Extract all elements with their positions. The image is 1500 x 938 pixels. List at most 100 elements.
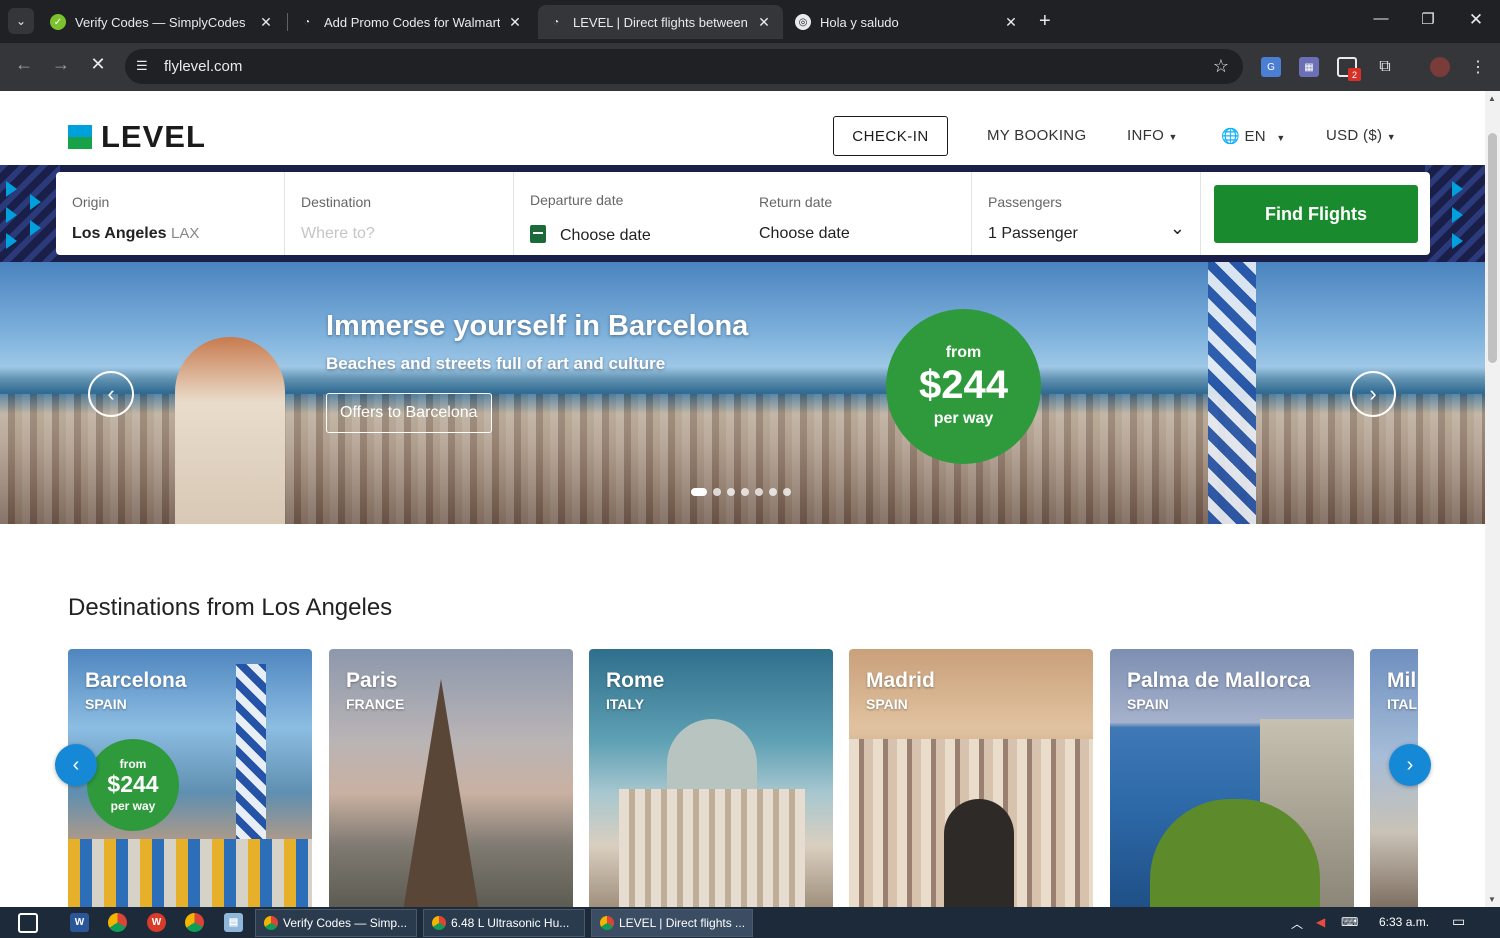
tab-simplycodes[interactable]: ✓ Verify Codes — SimplyCodes ✕ [40,5,285,39]
carousel-dot[interactable] [713,488,721,496]
show-hidden-icons-icon[interactable]: ︿ [1291,915,1303,932]
origin-field[interactable]: Origin Los Angeles LAX [56,172,285,255]
destination-card-barcelona[interactable]: Barcelona SPAIN from $244 per way [68,649,312,907]
url-text[interactable]: flylevel.com [164,58,242,75]
tab-hola[interactable]: ◎ Hola y saludo ✕ [785,5,1030,39]
carousel-dot[interactable] [691,488,707,496]
forward-icon[interactable]: → [48,54,74,75]
restore-icon[interactable]: ❐ [1413,10,1443,28]
close-tab-icon[interactable]: ✕ [506,14,524,31]
site-info-icon[interactable]: ☰ [136,58,148,74]
page-scrollbar[interactable]: ▲ ▼ [1485,91,1500,907]
chrome-icon[interactable] [108,913,127,932]
notepad-icon[interactable]: ▤ [224,913,243,932]
price-from-label: from [945,344,982,361]
taskbar-app-level[interactable]: LEVEL | Direct flights ... [591,909,753,937]
tab-title: Verify Codes — SimplyCodes [75,14,246,30]
close-tab-icon[interactable]: ✕ [1002,14,1020,31]
bookmark-star-icon[interactable]: ☆ [1213,56,1229,77]
wps-icon[interactable]: W [147,913,166,932]
more-menu-icon[interactable]: ⋮ [1468,57,1488,77]
loading-icon: ◔ [303,16,311,28]
destination-label: Destination [301,194,372,210]
flight-search-form: Origin Los Angeles LAX Destination Where… [56,172,1430,255]
minimize-icon[interactable]: — [1366,10,1396,27]
stop-loading-icon[interactable]: ✕ [85,54,111,75]
chrome-icon [600,916,614,930]
find-flights-button[interactable]: Find Flights [1214,185,1418,243]
carousel-dot[interactable] [727,488,735,496]
departure-label: Departure date [530,192,624,208]
chrome-icon[interactable] [185,913,204,932]
destination-card-paris[interactable]: Paris FRANCE [329,649,573,907]
coupon-extension-icon[interactable]: 2 [1337,57,1361,81]
close-tab-icon[interactable]: ✕ [257,14,275,31]
card-city: Palma de Mallorca [1127,669,1311,692]
tab-title: Add Promo Codes for Walmart [324,14,500,30]
chevron-down-icon: ⌄ [1169,218,1185,238]
tab-title: Hola y saludo [820,14,899,30]
destination-field[interactable]: Destination Where to? [285,172,514,255]
tab-level[interactable]: ◔ LEVEL | Direct flights between B ✕ [538,5,783,39]
currency-menu[interactable]: USD ($) ▼ [1326,127,1396,144]
destination-card-madrid[interactable]: Madrid SPAIN [849,649,1093,907]
passengers-value: 1 Passenger [988,225,1078,242]
passengers-select[interactable]: Passengers 1 Passenger ⌄ [972,172,1201,255]
translate-extension-icon[interactable]: G [1261,57,1281,77]
my-booking-link[interactable]: MY BOOKING [987,127,1086,144]
scroll-down-icon[interactable]: ▼ [1488,895,1496,904]
close-tab-icon[interactable]: ✕ [755,14,773,31]
hero-subtitle: Beaches and streets full of art and cult… [326,354,666,373]
scrollbar-thumb[interactable] [1488,133,1497,363]
level-logo[interactable]: LEVEL [68,119,206,155]
caret-down-icon: ▼ [1386,132,1396,142]
price-amount: $244 [919,363,1008,407]
tab-title: LEVEL | Direct flights between B [573,14,749,30]
flag-extension-icon[interactable]: ▦ [1299,57,1319,77]
profile-avatar[interactable] [1430,57,1450,77]
carousel-dot[interactable] [755,488,763,496]
language-menu[interactable]: 🌐 EN ▼ [1221,127,1286,145]
taskbar-app-title: LEVEL | Direct flights ... [619,916,746,930]
card-country: SPAIN [85,696,127,712]
address-bar[interactable]: ☰ flylevel.com ☆ [125,49,1243,84]
notifications-icon[interactable]: ▭ [1452,913,1465,930]
hero-next-arrow[interactable]: › [1350,371,1396,417]
search-band: Origin Los Angeles LAX Destination Where… [0,165,1485,262]
volume-muted-icon[interactable]: ◀ [1316,915,1325,929]
destinations-title: Destinations from Los Angeles [68,594,393,621]
card-price-amount: $244 [107,771,159,797]
loading-icon: ◔ [552,16,560,28]
tab-search-button[interactable]: ⌄ [8,8,34,34]
close-window-icon[interactable]: ✕ [1461,10,1491,30]
tab-walmart[interactable]: ◔ Add Promo Codes for Walmart ✕ [289,5,534,39]
departure-date-field[interactable]: Departure date Choose date [514,172,743,255]
taskbar-app-humidifier[interactable]: 6.48 L Ultrasonic Hu... [423,909,585,937]
new-tab-button[interactable]: + [1039,10,1051,33]
keyboard-icon[interactable]: ⌨ [1341,915,1358,929]
offers-to-barcelona-button[interactable]: Offers to Barcelona [326,393,492,433]
origin-label: Origin [72,194,110,210]
metropolis-dome [944,799,1014,907]
taskbar-app-simplycodes[interactable]: Verify Codes — Simp... [255,909,417,937]
logo-text: LEVEL [101,119,206,154]
scroll-up-icon[interactable]: ▲ [1488,94,1496,103]
destination-card-palma[interactable]: Palma de Mallorca SPAIN [1110,649,1354,907]
info-menu[interactable]: INFO ▼ [1127,127,1178,144]
extensions-puzzle-icon[interactable]: ⧉ [1375,57,1395,77]
hero-prev-arrow[interactable]: ‹ [88,371,134,417]
mosaic-bench [68,839,312,907]
carousel-dot[interactable] [741,488,749,496]
origin-city: Los Angeles [72,225,167,242]
carousel-dot[interactable] [783,488,791,496]
return-date-field[interactable]: Return date Choose date [743,172,972,255]
check-in-button[interactable]: CHECK-IN [833,116,948,156]
carousel-dot[interactable] [769,488,777,496]
destinations-prev-arrow[interactable]: ‹ [55,744,97,786]
word-icon[interactable]: W [70,913,89,932]
start-menu-icon[interactable] [18,913,38,933]
back-icon[interactable]: ← [11,54,37,75]
destination-card-rome[interactable]: Rome ITALY [589,649,833,907]
destinations-next-arrow[interactable]: › [1389,744,1431,786]
clock[interactable]: 6:33 a.m. [1379,915,1429,929]
